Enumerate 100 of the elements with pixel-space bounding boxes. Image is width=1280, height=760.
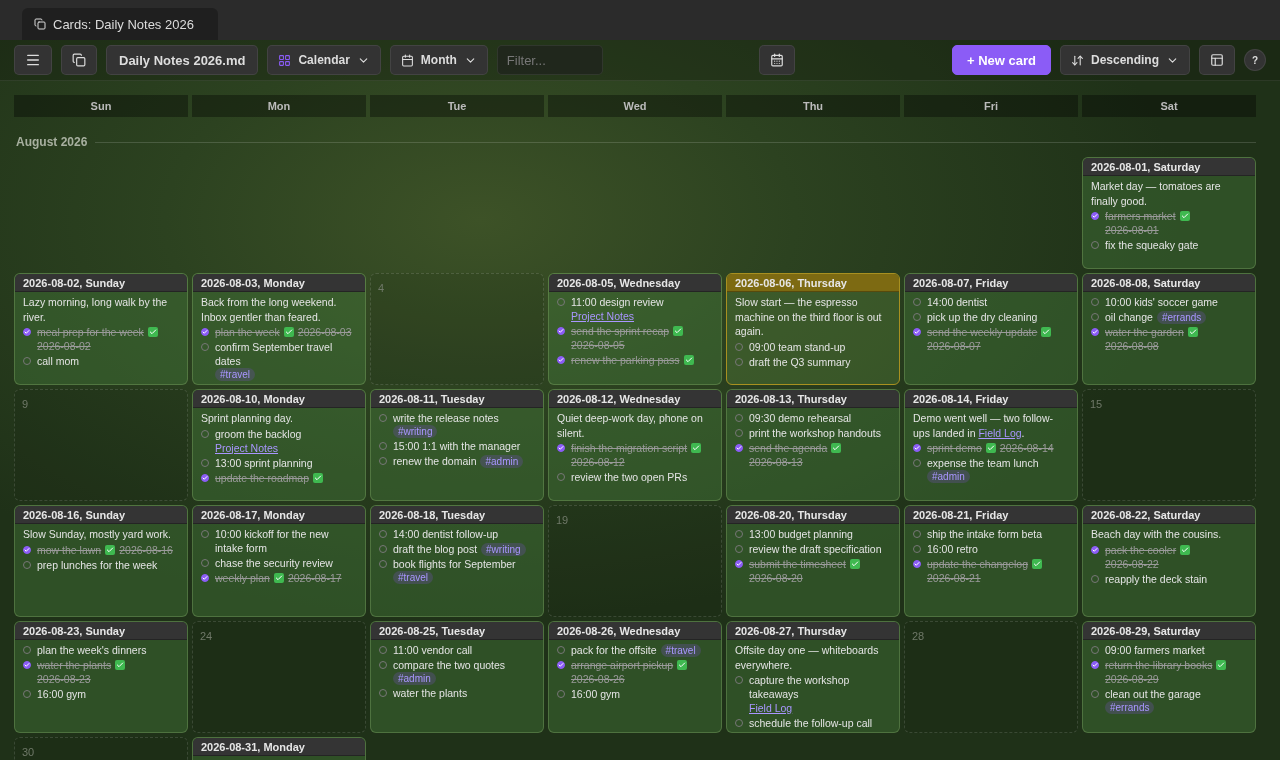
- task-checkbox[interactable]: [557, 661, 565, 669]
- card-title: 2026-08-27, Thursday: [727, 622, 899, 640]
- weekday-header: Wed: [548, 95, 722, 117]
- note-card[interactable]: 2026-08-06, Thursday Slow start — the espresso machine on the third floor is out again. 09:00 team stand-up draft the Q3 summary: [726, 273, 900, 385]
- done-check-icon: [283, 327, 294, 337]
- note-card[interactable]: 2026-08-22, Saturday Beach day with the cousins. pack the cooler 2026-08-22 reapply the deck stain: [1082, 505, 1256, 617]
- task-checkbox[interactable]: [913, 560, 921, 568]
- done-date: 2026-08-08: [1105, 339, 1159, 353]
- task-checkbox[interactable]: [557, 356, 565, 364]
- note-card[interactable]: 2026-08-03, Monday Back from the long weekend. Inbox gentler than feared. plan the week 2026-08-03 confirm September travel dates #travel: [192, 273, 366, 385]
- range-dropdown[interactable]: Month: [389, 45, 488, 75]
- note-link[interactable]: Field Log: [749, 701, 793, 715]
- task-text: plan the week's dinners: [37, 643, 147, 657]
- tab-title: Cards: Daily Notes 2026: [53, 16, 194, 32]
- done-check-icon: [849, 559, 860, 569]
- calendar-button[interactable]: [759, 45, 796, 75]
- note-card[interactable]: 2026-08-12, Wednesday Quiet deep-work day, phone on silent. finish the migration script 2026-08-12 review the two open PRs: [548, 389, 722, 501]
- task-checkbox[interactable]: [23, 545, 31, 554]
- note-card[interactable]: 2026-08-01, Saturday Market day — tomatoes are finally good. farmers market 2026-08-01 fix the squeaky gate: [1082, 157, 1256, 269]
- card-title: 2026-08-13, Thursday: [727, 390, 899, 408]
- task-checkbox[interactable]: [201, 473, 209, 482]
- task-checkbox[interactable]: [201, 328, 209, 336]
- task-text: meal prep for the week: [37, 325, 144, 339]
- note-card[interactable]: 2026-08-10, Monday Sprint planning day. groom the backlog Project Notes 13:00 sprint planning update the roadmap: [192, 389, 366, 501]
- day-number: 4: [378, 282, 385, 294]
- task-text: 15:00 1:1 with the manager: [393, 439, 521, 453]
- done-check-icon: [985, 443, 996, 453]
- done-check-icon: [673, 326, 684, 336]
- task-text: 16:00 gym: [571, 687, 621, 701]
- task-checkbox[interactable]: [1091, 328, 1099, 336]
- note-card[interactable]: 2026-08-27, Thursday Offsite day one — whiteboards everywhere. capture the workshop takeaways Field Log schedule the follow-up call: [726, 621, 900, 733]
- note-card[interactable]: 2026-08-21, Friday ship the intake form beta 16:00 retro update the changelog 2026-08-21: [904, 505, 1078, 617]
- task-checkbox[interactable]: [913, 328, 921, 336]
- note-link[interactable]: Field Log: [978, 426, 1022, 439]
- note-card[interactable]: 2026-08-25, Tuesday 11:00 vendor call compare the two quotes #admin water the plants: [370, 621, 544, 733]
- tag[interactable]: #errands: [1105, 701, 1155, 714]
- note-card[interactable]: 2026-08-16, Sunday Slow Sunday, mostly yard work. mow the lawn 2026-08-16 prep lunches for the week: [14, 505, 188, 617]
- view-tab[interactable]: Cards: Daily Notes 2026: [22, 8, 218, 40]
- done-date: 2026-08-17: [287, 571, 342, 585]
- done-date: 2026-08-22: [1105, 556, 1159, 571]
- copy-icon: [34, 18, 46, 30]
- view-dropdown[interactable]: Calendar: [267, 45, 381, 75]
- note-card[interactable]: 2026-08-29, Saturday 09:00 farmers market return the library books 2026-08-29 clean out the garage #errands: [1082, 621, 1256, 733]
- task-text: 16:00 gym: [37, 687, 87, 701]
- note-card[interactable]: 2026-08-23, Sunday plan the week's dinners water the plants 2026-08-23 16:00 gym: [14, 621, 188, 733]
- note-text: Offsite day one — whiteboards everywhere.: [735, 643, 880, 672]
- task-text: arrange airport pickup: [571, 658, 674, 672]
- calendar-icon: [770, 53, 785, 67]
- done-date: 2026-08-14: [999, 441, 1054, 455]
- card-title: 2026-08-10, Monday: [193, 390, 365, 408]
- note-card[interactable]: 2026-08-26, Wednesday pack for the offsite #travel arrange airport pickup 2026-08-26 16:00 gym: [548, 621, 722, 733]
- done-date: 2026-08-16: [119, 542, 173, 557]
- done-check-icon: [831, 443, 842, 453]
- done-date: 2026-08-01: [1105, 223, 1159, 237]
- note-card[interactable]: 2026-08-13, Thursday 09:30 demo rehearsal print the workshop handouts send the agenda 2026-08-13: [726, 389, 900, 501]
- card-title: 2026-08-01, Saturday: [1083, 158, 1255, 176]
- task-text: schedule the follow-up call: [749, 716, 873, 730]
- note-card[interactable]: 2026-08-02, Sunday Lazy morning, long walk by the river. meal prep for the week 2026-08-02 call mom: [14, 273, 188, 385]
- task-checkbox[interactable]: [1091, 545, 1099, 554]
- task-checkbox[interactable]: [557, 327, 565, 335]
- help-button[interactable]: ?: [1244, 49, 1266, 71]
- card-title: 2026-08-08, Saturday: [1083, 274, 1255, 292]
- tag[interactable]: #errands: [1156, 310, 1207, 324]
- task-text: confirm September travel dates: [215, 340, 334, 368]
- note-card[interactable]: 2026-08-20, Thursday 13:00 budget planning review the draft specification submit the timesheet 2026-08-20: [726, 505, 900, 617]
- task-checkbox[interactable]: [201, 574, 209, 582]
- task-checkbox[interactable]: [1091, 661, 1099, 669]
- task-checkbox[interactable]: [735, 560, 743, 568]
- note-text: Lazy morning, long walk by the river.: [23, 295, 169, 324]
- copy-button[interactable]: [61, 45, 97, 75]
- note-card[interactable]: 2026-08-07, Friday 14:00 dentist pick up the dry cleaning send the weekly update 2026-08-07: [904, 273, 1078, 385]
- menu-button[interactable]: [14, 45, 52, 75]
- done-check-icon: [105, 544, 116, 555]
- day-number: 28: [912, 630, 925, 642]
- tag[interactable]: #admin: [393, 672, 436, 685]
- note-card[interactable]: 2026-08-08, Saturday 10:00 kids' soccer game oil change #errands water the garden 2026-08-08: [1082, 273, 1256, 385]
- task-text: prep lunches for the week: [37, 557, 158, 572]
- task-checkbox[interactable]: [23, 328, 31, 336]
- task-checkbox[interactable]: [913, 444, 921, 452]
- note-card[interactable]: 2026-08-18, Tuesday 14:00 dentist follow-up draft the blog post #writing book flights for September #travel: [370, 505, 544, 617]
- task-text: pick up the dry cleaning: [927, 310, 1038, 324]
- card-title[interactable]: 2026-08-31, Monday: [193, 738, 365, 756]
- task-checkbox[interactable]: [1091, 212, 1099, 220]
- done-date: 2026-08-03: [297, 325, 352, 339]
- task-checkbox[interactable]: [23, 661, 31, 669]
- filter-field[interactable]: Filter...: [496, 45, 603, 75]
- done-date: 2026-08-13: [749, 455, 803, 469]
- task-text: 13:00 budget planning: [749, 527, 853, 541]
- tag[interactable]: #travel: [660, 643, 701, 657]
- note-card[interactable]: 2026-08-14, Friday Demo went well — two follow-ups landed in Field Log. sprint demo 2026-08-14 expense the team lunch #admin: [904, 389, 1078, 501]
- sort-dropdown[interactable]: Descending: [1060, 45, 1190, 75]
- file-button[interactable]: Daily Notes 2026.md: [106, 45, 259, 75]
- note-card[interactable]: 2026-08-11, Tuesday write the release notes #writing 15:00 1:1 with the manager renew the domain #admin: [370, 389, 544, 501]
- task-checkbox[interactable]: [557, 444, 565, 452]
- note-card[interactable]: 2026-08-17, Monday 10:00 kickoff for the new intake form chase the security review weekly plan 2026-08-17: [192, 505, 366, 617]
- new-card-button[interactable]: + New card: [952, 45, 1051, 75]
- layout-button[interactable]: [1199, 45, 1235, 75]
- note-card[interactable]: 2026-08-05, Wednesday 11:00 design review Project Notes send the sprint recap 2026-08-05 renew the parking pass: [548, 273, 722, 385]
- card-title: 2026-08-12, Wednesday: [549, 390, 721, 408]
- task-checkbox[interactable]: [735, 444, 743, 452]
